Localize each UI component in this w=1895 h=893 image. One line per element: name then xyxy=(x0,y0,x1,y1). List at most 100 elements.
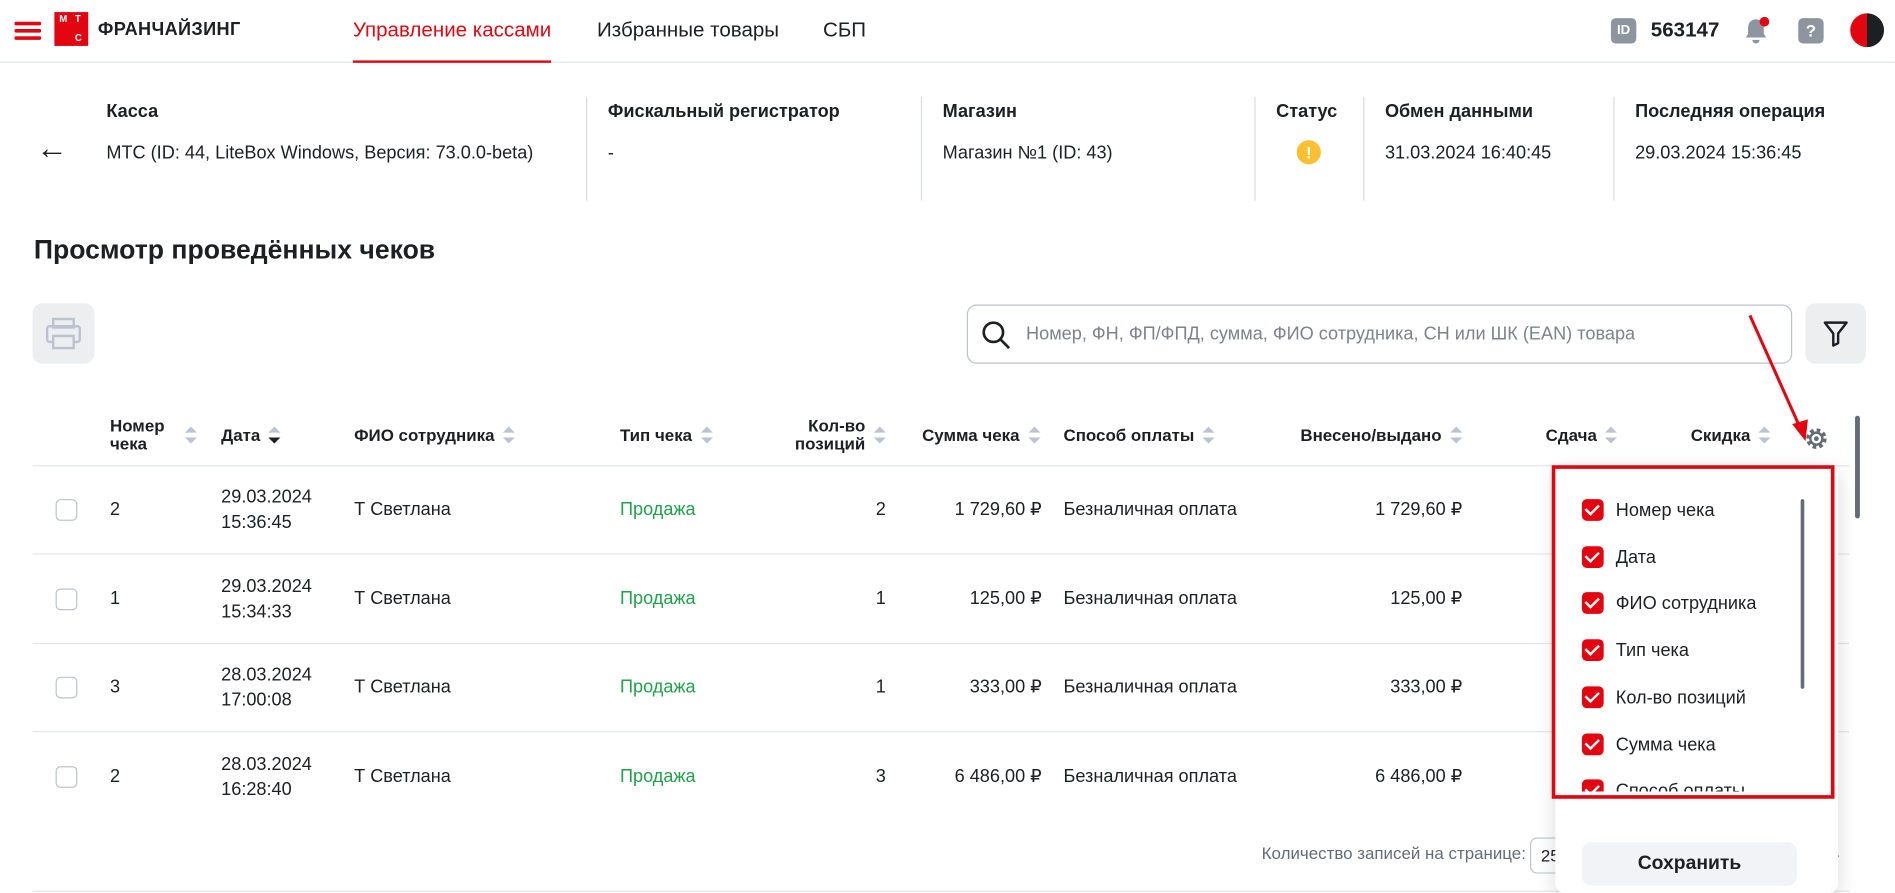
column-option[interactable]: Способ оплаты xyxy=(1581,779,1745,792)
fiscal-value: - xyxy=(607,142,614,164)
divider xyxy=(1363,96,1365,201)
app-canvas: М Т С ФРАНЧАЙЗИНГ Управление кассами Изб… xyxy=(0,0,1895,893)
col-header-sum[interactable]: Сумма чека xyxy=(922,417,1041,453)
col-header-paid[interactable]: Внесено/выдано xyxy=(1300,417,1463,453)
row-checkbox[interactable] xyxy=(55,676,78,699)
cell-sum: 6 486,00 ₽ xyxy=(954,766,1042,787)
cell-paid: 333,00 ₽ xyxy=(1390,676,1463,698)
shop-label: Магазин xyxy=(942,101,1017,123)
cell-payment: Безналичная оплата xyxy=(1063,499,1237,520)
page-title: Просмотр проведённых чеков xyxy=(33,234,436,265)
checkbox-checked-icon[interactable] xyxy=(1581,592,1604,614)
checkbox-checked-icon[interactable] xyxy=(1581,779,1604,792)
search-box[interactable] xyxy=(966,304,1793,364)
column-option[interactable]: Номер чека xyxy=(1581,499,1715,521)
mts-logo[interactable]: М Т С xyxy=(54,12,89,46)
divider xyxy=(1613,96,1615,201)
avatar[interactable] xyxy=(1850,13,1885,48)
cell-number: 2 xyxy=(109,766,121,787)
divider xyxy=(586,96,588,201)
checkbox-checked-icon[interactable] xyxy=(1581,639,1604,661)
brand-name: ФРАНЧАЙЗИНГ xyxy=(97,19,241,40)
menu-icon[interactable] xyxy=(14,21,42,41)
cell-sum: 125,00 ₽ xyxy=(969,588,1042,610)
row-checkbox[interactable] xyxy=(55,766,78,788)
table-scrollbar[interactable] xyxy=(1855,415,1860,519)
checkbox-checked-icon[interactable] xyxy=(1581,546,1604,568)
info-status: Статус ! xyxy=(1276,97,1361,201)
warning-icon[interactable]: ! xyxy=(1296,140,1321,165)
col-header-employee[interactable]: ФИО сотрудника xyxy=(354,417,516,453)
id-icon: ID xyxy=(1610,18,1637,44)
gear-icon[interactable] xyxy=(1803,425,1830,452)
cell-sum: 333,00 ₽ xyxy=(969,676,1042,698)
divider xyxy=(1254,96,1256,201)
cell-employee: Т Светлана xyxy=(354,766,451,787)
divider xyxy=(920,96,923,201)
cell-employee: Т Светлана xyxy=(354,676,451,698)
info-exchange: Обмен данными 31.03.2024 16:40:45 xyxy=(1385,97,1603,201)
exchange-label: Обмен данными xyxy=(1384,101,1534,123)
help-icon[interactable]: ? xyxy=(1798,18,1824,44)
checkbox-checked-icon[interactable] xyxy=(1581,733,1604,756)
col-header-type[interactable]: Тип чека xyxy=(620,417,713,453)
cell-type: Продажа xyxy=(619,499,696,520)
col-header-payment[interactable]: Способ оплаты xyxy=(1063,417,1215,453)
shop-value: Магазин №1 (ID: 43) xyxy=(942,142,1113,164)
cell-qty: 1 xyxy=(875,588,886,610)
col-header-qty[interactable]: Кол-во позиций xyxy=(786,416,886,453)
cell-date: 29.03.2024 15:34:33 xyxy=(221,576,312,623)
print-button[interactable] xyxy=(32,303,95,364)
status-label: Статус xyxy=(1276,101,1338,123)
info-kassa: Касса МТС (ID: 44, LiteBox Windows, Верс… xyxy=(106,97,565,201)
cell-employee: Т Светлана xyxy=(354,588,451,610)
tab-cash-management[interactable]: Управление кассами xyxy=(352,18,552,63)
top-bar: М Т С ФРАНЧАЙЗИНГ Управление кассами Изб… xyxy=(0,0,1895,63)
kassa-value: МТС (ID: 44, LiteBox Windows, Версия: 73… xyxy=(106,142,534,164)
cell-type: Продажа xyxy=(619,588,696,610)
cell-qty: 1 xyxy=(875,676,886,698)
cell-number: 3 xyxy=(109,676,121,698)
cell-paid: 1 729,60 ₽ xyxy=(1375,499,1463,520)
last-op-value: 29.03.2024 15:36:45 xyxy=(1635,142,1802,164)
column-option[interactable]: Тип чека xyxy=(1581,639,1689,661)
bell-icon[interactable] xyxy=(1741,16,1770,47)
col-header-discount[interactable]: Скидка xyxy=(1691,417,1771,453)
column-settings-popup: Номер чека Дата ФИО сотрудника Тип чека … xyxy=(1555,465,1839,893)
col-header-change[interactable]: Сдача xyxy=(1546,417,1618,453)
column-option[interactable]: Дата xyxy=(1581,546,1656,568)
cell-payment: Безналичная оплата xyxy=(1063,766,1237,787)
col-header-date[interactable]: Дата xyxy=(221,417,281,453)
back-arrow-icon[interactable]: ← xyxy=(36,132,67,163)
tab-sbp[interactable]: СБП xyxy=(823,18,866,63)
cell-qty: 2 xyxy=(875,499,886,520)
row-checkbox[interactable] xyxy=(55,588,78,611)
column-list[interactable]: Номер чека Дата ФИО сотрудника Тип чека … xyxy=(1555,465,1838,792)
last-op-label: Последняя операция xyxy=(1635,101,1826,123)
info-shop: Магазин Магазин №1 (ID: 43) xyxy=(943,97,1245,201)
save-button[interactable]: Сохранить xyxy=(1581,842,1798,886)
column-option[interactable]: Кол-во позиций xyxy=(1581,686,1746,709)
cell-number: 2 xyxy=(109,499,121,520)
column-option[interactable]: ФИО сотрудника xyxy=(1581,592,1756,614)
cell-paid: 6 486,00 ₽ xyxy=(1375,766,1463,787)
checkbox-checked-icon[interactable] xyxy=(1581,686,1604,709)
cell-date: 29.03.2024 15:36:45 xyxy=(221,486,312,533)
cell-qty: 3 xyxy=(875,766,886,787)
cell-date: 28.03.2024 16:28:40 xyxy=(221,754,312,800)
cell-date: 28.03.2024 17:00:08 xyxy=(221,664,312,711)
popup-scrollbar[interactable] xyxy=(1800,499,1805,689)
cell-sum: 1 729,60 ₽ xyxy=(954,499,1042,520)
col-header-number[interactable]: Номер чека xyxy=(110,416,197,453)
row-checkbox[interactable] xyxy=(55,499,78,521)
search-icon xyxy=(982,321,1011,349)
filter-button[interactable] xyxy=(1805,303,1866,364)
search-input[interactable] xyxy=(1026,305,1776,363)
cell-payment: Безналичная оплата xyxy=(1063,676,1237,698)
tab-favorite-goods[interactable]: Избранные товары xyxy=(597,18,779,63)
column-option[interactable]: Сумма чека xyxy=(1581,733,1716,756)
cell-number: 1 xyxy=(109,588,121,610)
cell-type: Продажа xyxy=(619,676,696,698)
checkbox-checked-icon[interactable] xyxy=(1581,499,1604,521)
user-id: 563147 xyxy=(1650,18,1720,42)
